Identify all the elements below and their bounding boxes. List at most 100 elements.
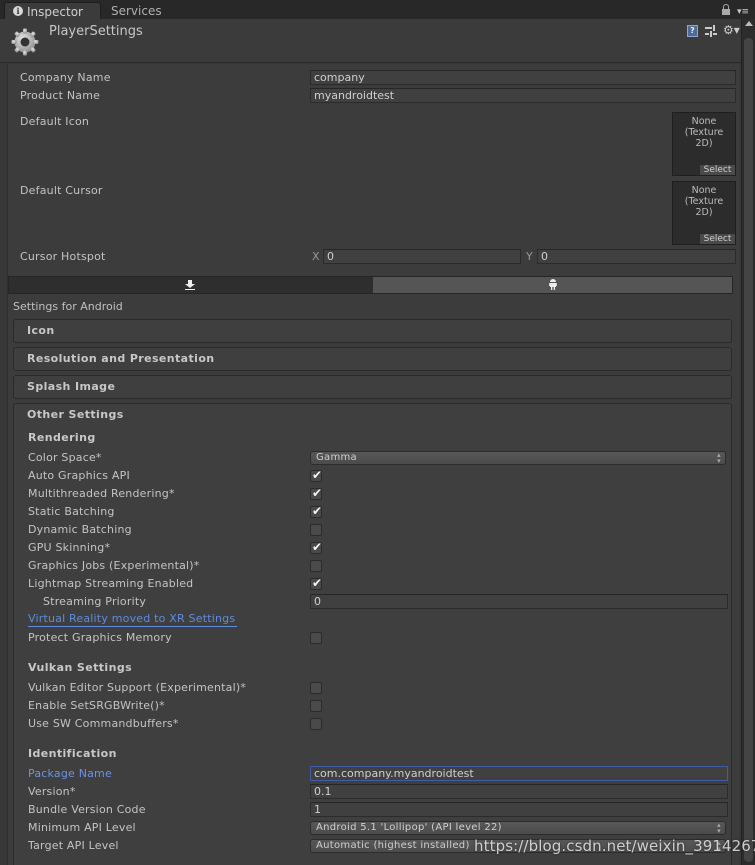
min-api-level-dropdown[interactable]: Android 5.1 'Lollipop' (API level 22) ▴ ▾ (310, 821, 726, 835)
graphics-jobs-label: Graphics Jobs (Experimental)* (28, 559, 200, 572)
hotspot-x-label: X (312, 250, 320, 263)
vulkan-section-title: Vulkan Settings (28, 661, 133, 674)
android-icon (549, 279, 557, 290)
gpu-skinning-checkbox[interactable]: ✔ (310, 540, 323, 554)
dropdown-arrows-icon: ▴ ▾ (717, 821, 721, 835)
foldout-icon-label: Icon (27, 324, 55, 337)
vulkan-editor-support-checkbox[interactable] (310, 682, 322, 694)
package-name-input[interactable]: com.company.myandroidtest (310, 766, 728, 781)
checkmark-icon: ✔ (312, 540, 323, 554)
scroll-thumb[interactable] (743, 37, 754, 863)
foldout-resolution[interactable]: Resolution and Presentation (13, 347, 732, 371)
company-name-input[interactable]: company (310, 70, 736, 85)
download-icon (185, 280, 195, 290)
graphics-jobs-checkbox[interactable] (310, 560, 322, 572)
default-icon-slot-line1: None (691, 116, 717, 127)
platform-tabs (8, 276, 733, 294)
hotspot-x-input[interactable]: 0 (323, 249, 521, 264)
vertical-scrollbar[interactable] (741, 19, 755, 865)
hotspot-y-label: Y (526, 250, 533, 263)
tab-inspector[interactable]: i Inspector (4, 2, 101, 19)
checkmark-icon: ✔ (312, 576, 323, 590)
component-settings-icon[interactable]: ⚙▾ (723, 24, 740, 38)
lightmap-streaming-label: Lightmap Streaming Enabled (28, 577, 194, 590)
default-icon-label: Default Icon (20, 115, 90, 128)
bundle-version-code-label: Bundle Version Code (28, 803, 146, 816)
default-icon-slot-line3: 2D) (695, 138, 713, 149)
product-name-input[interactable]: myandroidtest (310, 88, 736, 103)
foldout-resolution-label: Resolution and Presentation (27, 352, 215, 365)
min-api-level-value: Android 5.1 'Lollipop' (API level 22) (316, 822, 502, 833)
settings-for-label: Settings for Android (13, 300, 123, 313)
platform-tab-android[interactable] (373, 277, 732, 293)
multithreaded-rendering-label: Multithreaded Rendering* (28, 487, 175, 500)
static-batching-label: Static Batching (28, 505, 115, 518)
version-input[interactable]: 0.1 (310, 784, 728, 799)
sw-commandbuffers-label: Use SW Commandbuffers* (28, 717, 179, 730)
default-cursor-select-button[interactable]: Select (699, 233, 735, 244)
checkmark-icon: ✔ (312, 504, 323, 518)
header-title: PlayerSettings (49, 24, 143, 39)
hotspot-y-input[interactable]: 0 (537, 249, 736, 264)
min-api-level-label: Minimum API Level (28, 821, 136, 834)
default-cursor-slot-line1: None (691, 185, 717, 196)
default-cursor-label: Default Cursor (20, 184, 103, 197)
foldout-other-settings: Other Settings Rendering Color Space* Ga… (13, 403, 732, 865)
package-name-label: Package Name (28, 767, 112, 780)
target-api-level-label: Target API Level (28, 839, 119, 852)
inspector-content: Company Name company Product Name myandr… (7, 64, 739, 865)
set-srgb-write-label: Enable SetSRGBWrite()* (28, 699, 165, 712)
color-space-dropdown[interactable]: Gamma ▴ ▾ (310, 451, 726, 465)
sw-commandbuffers-checkbox[interactable] (310, 718, 322, 730)
auto-graphics-api-label: Auto Graphics API (28, 469, 130, 482)
tab-services[interactable]: Services (103, 2, 170, 19)
product-name-label: Product Name (20, 89, 101, 102)
lock-icon[interactable] (722, 4, 730, 16)
foldout-splash-label: Splash Image (27, 380, 116, 393)
default-icon-slot-line2: (Texture (684, 127, 724, 138)
streaming-priority-input[interactable]: 0 (310, 594, 728, 609)
presets-icon[interactable] (705, 25, 717, 37)
identification-section-title: Identification (28, 747, 117, 760)
multithreaded-rendering-checkbox[interactable]: ✔ (310, 486, 323, 500)
tab-services-label: Services (111, 4, 162, 18)
default-icon-select-button[interactable]: Select (699, 164, 735, 175)
tab-inspector-label: Inspector (27, 5, 83, 19)
default-cursor-slot[interactable]: None (Texture 2D) Select (672, 181, 736, 245)
company-name-label: Company Name (20, 71, 111, 84)
vulkan-editor-support-label: Vulkan Editor Support (Experimental)* (28, 681, 247, 694)
default-cursor-slot-line2: (Texture (684, 196, 724, 207)
foldout-other-settings-label[interactable]: Other Settings (27, 408, 124, 421)
gear-icon (11, 28, 39, 56)
help-icon[interactable]: ? (687, 25, 698, 37)
scroll-up-icon[interactable] (745, 21, 753, 26)
static-batching-checkbox[interactable]: ✔ (310, 504, 323, 518)
window-menu-icon[interactable]: ▾≡ (737, 8, 751, 17)
auto-graphics-api-checkbox[interactable]: ✔ (310, 468, 323, 482)
vr-xr-settings-link[interactable]: Virtual Reality moved to XR Settings (28, 611, 238, 627)
lightmap-streaming-checkbox[interactable]: ✔ (310, 576, 323, 590)
foldout-icon[interactable]: Icon (13, 319, 732, 343)
color-space-label: Color Space* (28, 451, 102, 464)
foldout-splash[interactable]: Splash Image (13, 375, 732, 399)
default-icon-slot[interactable]: None (Texture 2D) Select (672, 112, 736, 176)
dynamic-batching-label: Dynamic Batching (28, 523, 132, 536)
platform-tab-standalone[interactable] (9, 277, 373, 293)
dynamic-batching-checkbox[interactable] (310, 524, 322, 536)
set-srgb-write-checkbox[interactable] (310, 700, 322, 712)
info-icon: i (13, 6, 23, 16)
inspector-header: PlayerSettings ? ⚙▾ (0, 19, 755, 63)
cursor-hotspot-label: Cursor Hotspot (20, 250, 106, 263)
version-label: Version* (28, 785, 76, 798)
dropdown-arrows-icon: ▴ ▾ (717, 451, 721, 465)
watermark-text: https://blog.csdn.net/weixin_39142676 (474, 837, 755, 855)
color-space-value: Gamma (316, 452, 357, 463)
streaming-priority-label: Streaming Priority (43, 595, 147, 608)
checkmark-icon: ✔ (312, 486, 323, 500)
rendering-section-title: Rendering (28, 431, 96, 444)
protect-graphics-memory-label: Protect Graphics Memory (28, 631, 172, 644)
checkmark-icon: ✔ (312, 468, 323, 482)
protect-graphics-memory-checkbox[interactable] (310, 632, 322, 644)
gpu-skinning-label: GPU Skinning* (28, 541, 111, 554)
bundle-version-code-input[interactable]: 1 (310, 802, 728, 817)
